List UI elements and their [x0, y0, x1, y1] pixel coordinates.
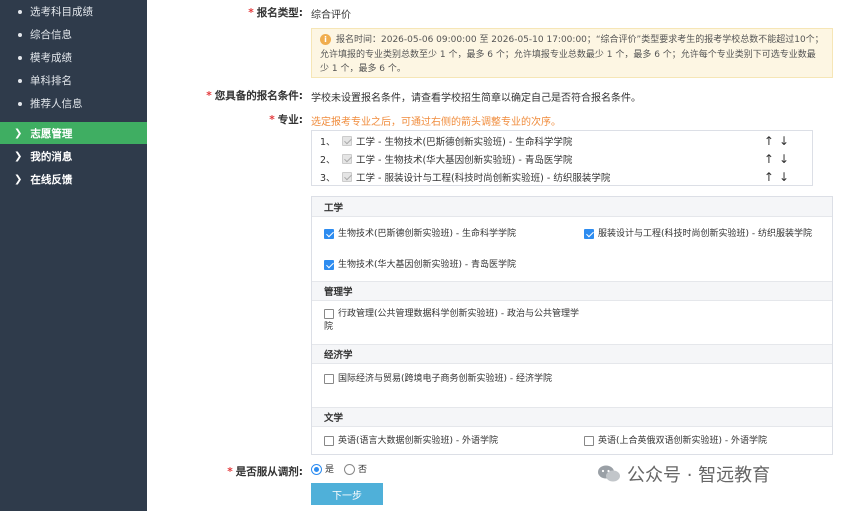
radio[interactable]	[344, 464, 355, 475]
category-header: 文学	[312, 407, 832, 427]
checkbox[interactable]	[324, 435, 334, 446]
required-icon: *	[227, 466, 233, 478]
checkbox	[342, 154, 352, 164]
major-option[interactable]: 国际经济与贸易(跨境电子商务创新实验班) - 经济学院	[324, 373, 579, 386]
bullet-icon	[18, 101, 22, 106]
major-option[interactable]: 生物技术(巴斯德创新实验班) - 生命科学学院	[324, 228, 564, 241]
bullet-icon	[18, 32, 22, 37]
category-header: 工学	[312, 197, 832, 217]
condition-value: 学校未设置报名条件，请查看学校招生简章以确定自己是否符合报名条件。	[311, 93, 641, 104]
adjust-no-radio[interactable]: 否	[344, 464, 367, 477]
reorder-arrows[interactable]: ↑↓	[764, 152, 794, 166]
major-hint: 选定报考专业之后，可通过右侧的箭头调整专业的次序。	[311, 117, 561, 128]
next-step-button[interactable]: 下一步	[311, 483, 383, 505]
reorder-arrows[interactable]: ↑↓	[764, 134, 794, 148]
info-icon: i	[320, 34, 331, 45]
bullet-icon	[18, 55, 22, 60]
checkbox[interactable]	[324, 373, 334, 384]
selected-major-row: 1、 工学 - 生物技术(巴斯德创新实验班) - 生命科学学院 ↑↓	[320, 134, 794, 148]
major-option[interactable]: 服装设计与工程(科技时尚创新实验班) - 纺织服装学院	[584, 228, 832, 241]
bullet-icon	[18, 78, 22, 83]
selected-major-row: 2、 工学 - 生物技术(华大基因创新实验班) - 青岛医学院 ↑↓	[320, 152, 794, 166]
category-header: 经济学	[312, 344, 832, 364]
radio[interactable]	[311, 464, 322, 475]
checkbox[interactable]	[324, 259, 334, 270]
adjust-label: * 是否服从调剂:	[227, 466, 303, 478]
required-icon: *	[206, 90, 212, 102]
major-option[interactable]: 英语(上合英俄双语创新实验班) - 外语学院	[584, 435, 832, 448]
major-label: * 专业:	[269, 114, 303, 126]
sidebar-item-application-management[interactable]: ❯ 志愿管理	[0, 122, 147, 144]
sidebar-item-subject-scores[interactable]: 选考科目成绩	[18, 4, 93, 19]
notice-box: i 报名时间：2026-05-06 09:00:00 至 2026-05-10 1…	[311, 28, 833, 78]
condition-label: * 您具备的报名条件:	[206, 90, 303, 102]
reorder-arrows[interactable]: ↑↓	[764, 170, 794, 184]
chevron-right-icon: ❯	[14, 173, 23, 185]
sidebar-item-referee-info[interactable]: 推荐人信息	[18, 96, 83, 111]
wechat-icon	[598, 465, 620, 482]
sidebar-item-subject-rank[interactable]: 单科排名	[18, 73, 72, 88]
checkbox[interactable]	[584, 228, 594, 239]
checkbox[interactable]	[324, 228, 334, 239]
major-categories-panel: 工学 生物技术(巴斯德创新实验班) - 生命科学学院 服装设计与工程(科技时尚创…	[311, 196, 833, 455]
category-header: 管理学	[312, 281, 832, 301]
required-icon: *	[269, 114, 275, 126]
sidebar-item-my-messages[interactable]: ❯ 我的消息	[0, 145, 147, 167]
watermark: 公众号 · 智远教育	[597, 461, 770, 487]
required-icon: *	[248, 7, 254, 19]
checkbox	[342, 172, 352, 182]
adjust-yes-radio[interactable]: 是	[311, 464, 334, 477]
selected-major-row: 3、 工学 - 服装设计与工程(科技时尚创新实验班) - 纺织服装学院 ↑↓	[320, 170, 794, 184]
chevron-right-icon: ❯	[14, 127, 23, 139]
sidebar-item-general-info[interactable]: 综合信息	[18, 27, 72, 42]
main-content: * 报名类型: 综合评价 i 报名时间：2026-05-06 09:00:00 至 …	[147, 0, 848, 511]
checkbox[interactable]	[324, 308, 334, 319]
major-option[interactable]: 生物技术(华大基因创新实验班) - 青岛医学院	[324, 259, 564, 272]
checkbox[interactable]	[584, 435, 594, 446]
reg-type-value: 综合评价	[311, 10, 351, 21]
reg-type-label: * 报名类型:	[248, 7, 303, 19]
major-option[interactable]: 行政管理(公共管理数据科学创新实验班) - 政治与公共管理学院	[324, 308, 579, 334]
major-option[interactable]: 英语(语言大数据创新实验班) - 外语学院	[324, 435, 579, 448]
selected-majors-list: 1、 工学 - 生物技术(巴斯德创新实验班) - 生命科学学院 ↑↓ 2、 工学 -…	[311, 130, 813, 186]
sidebar-item-mock-scores[interactable]: 模考成绩	[18, 50, 72, 65]
sidebar: 选考科目成绩 综合信息 模考成绩 单科排名 推荐人信息 ❯ 志愿管理 ❯ 我的消息 …	[0, 0, 147, 511]
checkbox	[342, 136, 352, 146]
chevron-right-icon: ❯	[14, 150, 23, 162]
bullet-icon	[18, 9, 22, 14]
sidebar-item-online-feedback[interactable]: ❯ 在线反馈	[0, 168, 147, 190]
